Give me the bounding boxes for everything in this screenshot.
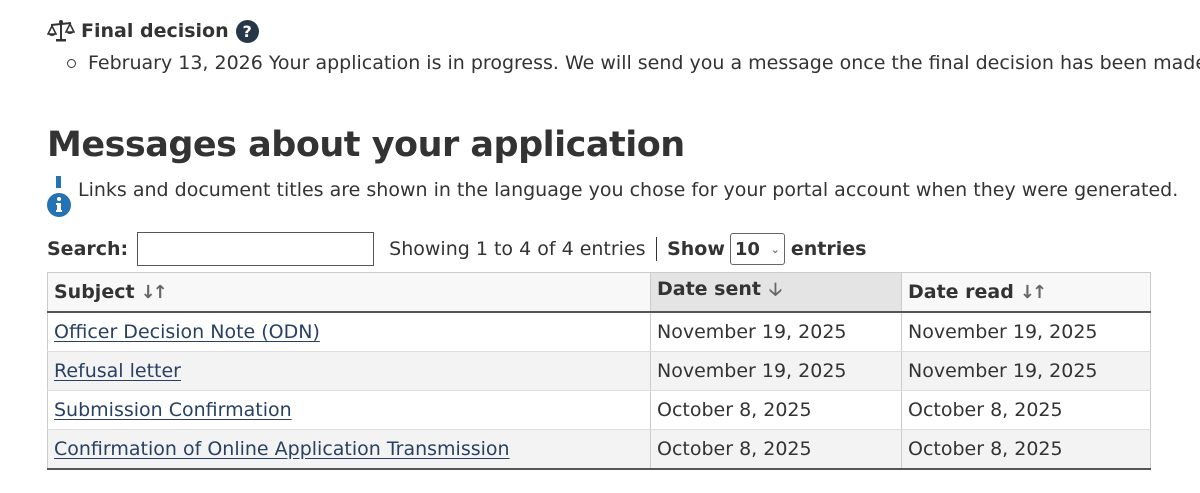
final-decision-header: Final decision ? [47,16,259,46]
table-header-row: Subject ↓↑ Date sent 🡣 Date read ↓↑ [47,272,1151,313]
column-header-date-read-label: Date read [908,281,1014,303]
divider [655,237,658,261]
final-decision-status-text: Your application is in progress. We will… [268,52,1200,74]
search-label: Search: [47,238,129,260]
final-decision-status: February 13, 2026 Your application is in… [67,48,1200,78]
date-sent-cell: October 8, 2025 [650,429,902,470]
info-note: Links and document titles are shown in t… [46,176,1178,218]
table-controls: Search: Showing 1 to 4 of 4 entries Show… [47,229,866,269]
table-row: Refusal letter November 19, 2025 Novembe… [47,351,1151,391]
sort-desc-icon: 🡣 [768,279,782,300]
info-note-text: Links and document titles are shown in t… [78,179,1179,201]
subject-cell: Officer Decision Note (ODN) [47,312,651,352]
date-read-cell: November 19, 2025 [901,351,1151,391]
column-header-subject[interactable]: Subject ↓↑ [47,272,651,313]
column-header-date-sent-label: Date sent [657,278,761,300]
entries-label: entries [790,238,867,260]
page-title: Messages about your application [47,125,685,165]
table-row: Confirmation of Online Application Trans… [47,429,1151,470]
chevron-down-icon: ⌄ [770,242,780,256]
table-row: Officer Decision Note (ODN) November 19,… [47,312,1151,352]
date-sent-cell: November 19, 2025 [650,351,902,391]
table-row: Submission Confirmation October 8, 2025 … [47,390,1151,430]
date-read-cell: October 8, 2025 [901,429,1151,470]
subject-cell: Submission Confirmation [47,390,651,430]
column-header-subject-label: Subject [54,281,135,303]
show-label: Show [667,238,725,260]
scales-icon [47,20,75,42]
message-link[interactable]: Officer Decision Note (ODN) [54,321,320,343]
date-sent-cell: November 19, 2025 [650,312,902,352]
info-icon [47,176,71,217]
final-decision-date: February 13, 2026 [88,52,263,74]
date-read-cell: November 19, 2025 [901,312,1151,352]
search-input[interactable] [137,232,375,266]
message-link[interactable]: Refusal letter [54,360,181,382]
page-size-select[interactable]: 10 ⌄ [729,233,785,265]
messages-table: Subject ↓↑ Date sent 🡣 Date read ↓↑ Officer… [47,272,1151,470]
final-decision-label: Final decision [81,20,229,42]
column-header-date-sent[interactable]: Date sent 🡣 [650,272,902,313]
bullet-icon [67,58,76,68]
page-size-value: 10 [734,238,760,260]
sort-icon: ↓↑ [140,282,168,303]
date-sent-cell: October 8, 2025 [650,390,902,430]
subject-cell: Confirmation of Online Application Trans… [47,429,651,470]
message-link[interactable]: Confirmation of Online Application Trans… [54,438,510,460]
date-read-cell: October 8, 2025 [901,390,1151,430]
message-link[interactable]: Submission Confirmation [54,399,292,421]
sort-icon: ↓↑ [1019,282,1047,303]
showing-entries-text: Showing 1 to 4 of 4 entries [389,238,646,260]
help-icon[interactable]: ? [235,19,259,43]
column-header-date-read[interactable]: Date read ↓↑ [901,272,1151,313]
subject-cell: Refusal letter [47,351,651,391]
